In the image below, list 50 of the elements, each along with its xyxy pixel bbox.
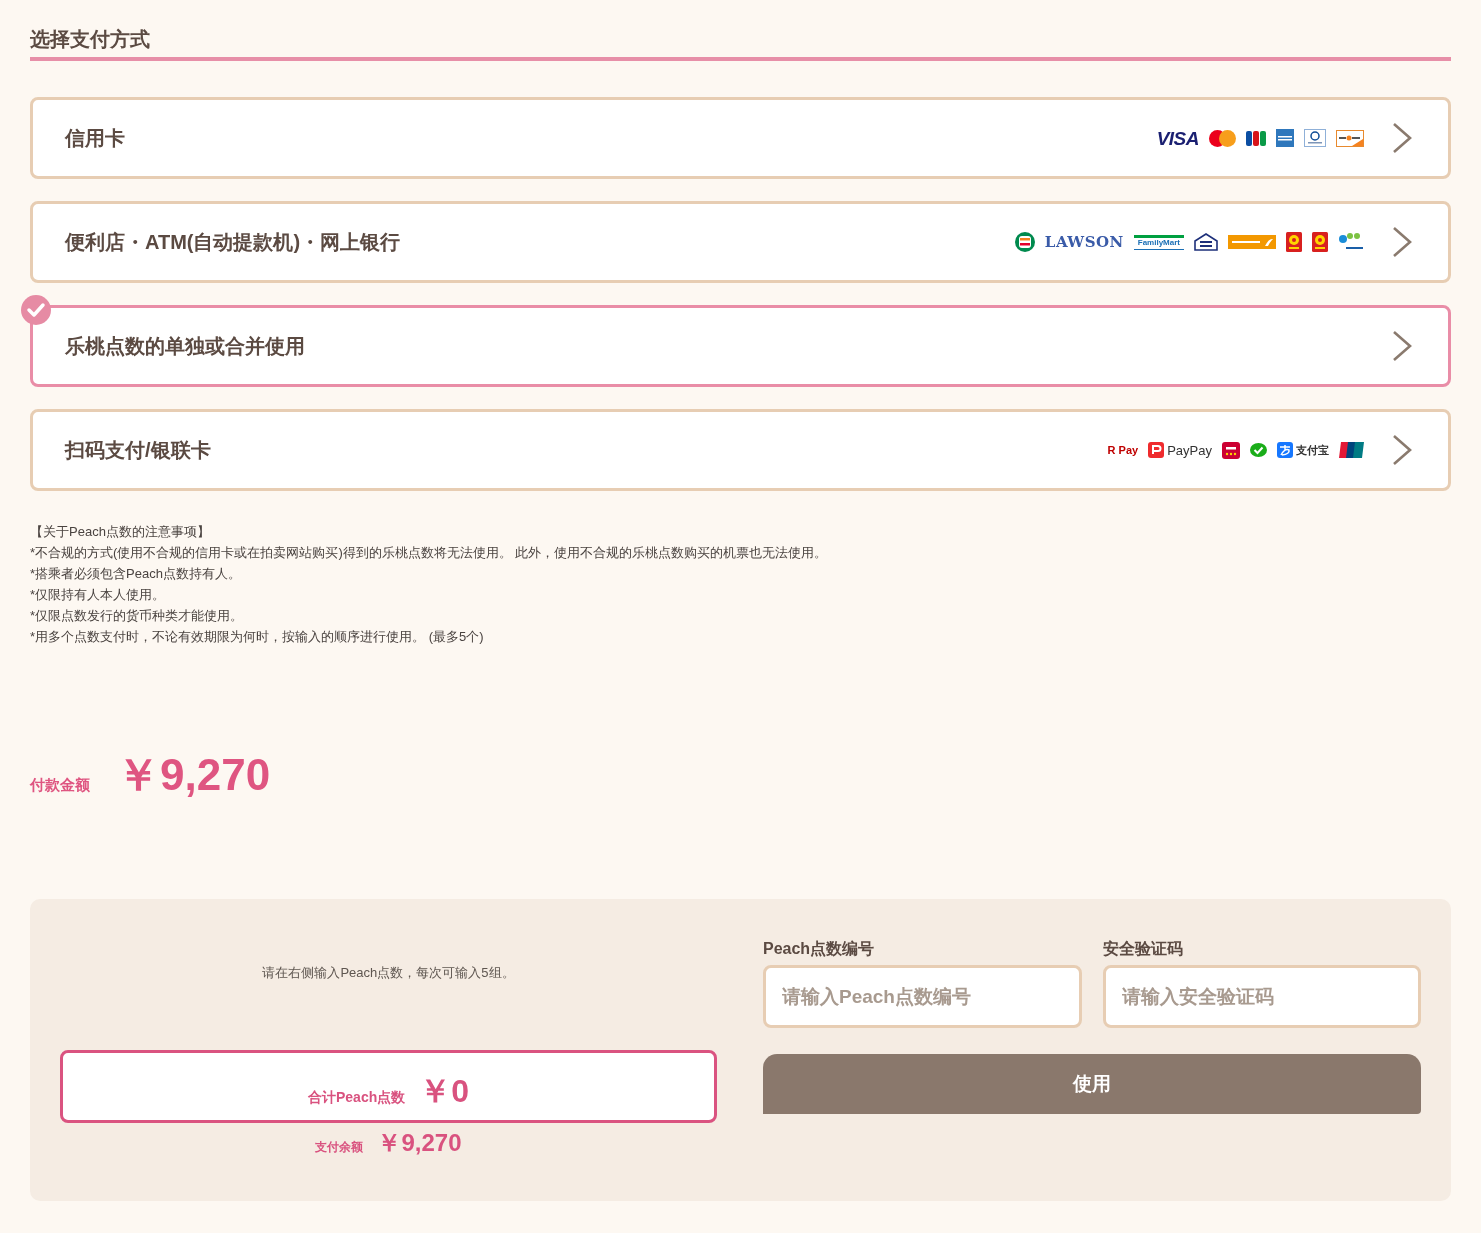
brand-wordmark: LAWSON (1044, 234, 1124, 250)
note-text: *用多个点数支付时，不论有效期限为何时，按输入的顺序进行使用。 (最多5个) (30, 628, 485, 646)
amount-label: 付款金额 (30, 776, 90, 795)
logo-icon (1246, 130, 1266, 146)
field-label: 安全验证码 (1102, 939, 1184, 959)
brand-wordmark: R Pay (1107, 444, 1139, 456)
chevron-right-icon (1392, 226, 1412, 258)
input-field[interactable]: 请输入安全验证码 (1102, 965, 1421, 1028)
logo-icon (1304, 129, 1326, 147)
use-button[interactable]: 使用 (763, 1054, 1421, 1114)
payment-option[interactable]: 乐桃点数的单独或合并使用 (30, 305, 1451, 387)
payment-option[interactable]: 信用卡 VISA (30, 97, 1451, 179)
section-title: 选择支付方式 (30, 27, 150, 52)
note-text: 【关于Peach点数的注意事项】 (30, 523, 211, 541)
chevron-right-icon (1392, 330, 1412, 362)
logo-icon (1194, 233, 1218, 251)
note-text: *仅限持有人本人使用。 (30, 586, 167, 604)
total-label: 合计Peach点数 (307, 1089, 406, 1107)
balance-value: ￥9,270 (377, 1128, 462, 1158)
payment-option[interactable]: 扫码支付/银联卡 R Pay PayPay 支付宝 (30, 409, 1451, 491)
note-text: *仅限点数发行的货币种类才能使用。 (30, 607, 245, 625)
logo-icon (1277, 442, 1293, 458)
logo-icon (1336, 129, 1364, 147)
logo-icon (1312, 232, 1328, 252)
payment-option[interactable]: 便利店・ATM(自动提款机)・网上银行 LAWSON FamilyMart (30, 201, 1451, 283)
amount-value: ￥9,270 (116, 749, 271, 801)
check-badge-icon (21, 295, 51, 325)
logo-icon (1286, 232, 1302, 252)
chevron-right-icon (1392, 434, 1412, 466)
chevron-right-icon (1392, 122, 1412, 154)
logo-icon (1209, 129, 1236, 147)
brand-wordmark: PayPay (1167, 443, 1212, 457)
logo-icon (1148, 442, 1165, 458)
total-value: ￥0 (419, 1072, 469, 1111)
logo-icon (1338, 232, 1364, 252)
logo-icon (1014, 232, 1035, 252)
note-text: *搭乘者必须包含Peach点数持有人。 (30, 565, 242, 583)
balance-label: 支付余额 (315, 1139, 364, 1156)
logo-icon (1276, 129, 1294, 147)
instruction-text: 请在右侧输入Peach点数，每次可输入5组。 (262, 963, 515, 982)
note-text: *不合规的方式(使用不合规的信用卡或在拍卖网站购买)得到的乐桃点数将无法使用。 此外，使用不合规的乐桃点数购买的机票也无法使用。 (30, 544, 829, 562)
logo-icon (1250, 442, 1267, 458)
brand-wordmark: VISA (1156, 128, 1199, 148)
input-field[interactable]: 请输入Peach点数编号 (763, 965, 1082, 1028)
brand-wordmark: FamilyMart (1133, 234, 1184, 250)
brand-wordmark: 支付宝 (1296, 444, 1329, 456)
logo-icon (1222, 441, 1240, 459)
field-label: Peach点数编号 (763, 939, 876, 959)
logo-icon (1339, 442, 1364, 458)
logo-icon (1228, 235, 1276, 249)
